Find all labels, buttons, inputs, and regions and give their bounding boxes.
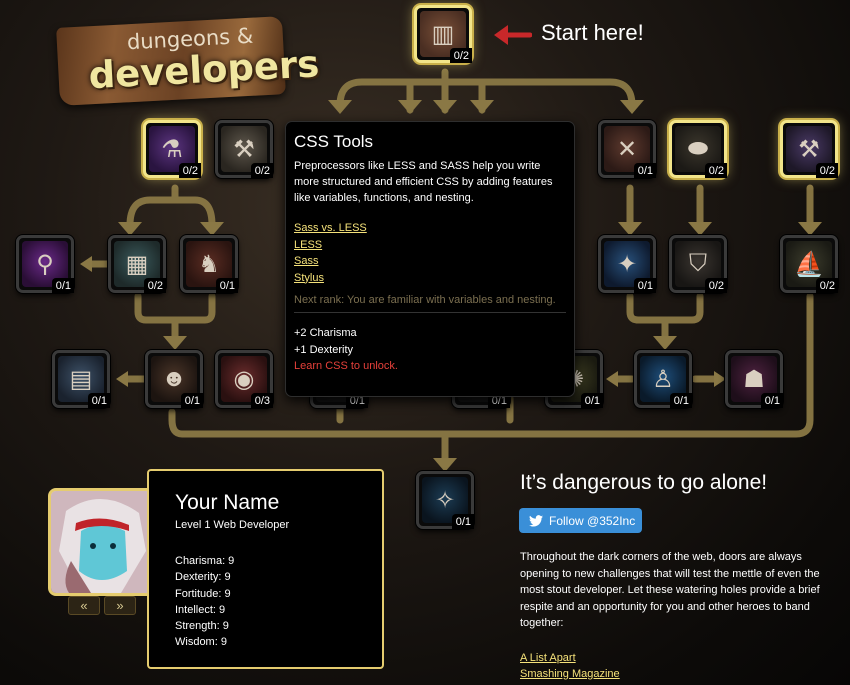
character-card: Your Name Level 1 Web Developer Charisma… (147, 469, 384, 669)
link-a-list-apart[interactable]: A List Apart (520, 650, 576, 666)
twitter-follow-label: Follow @352Inc (549, 513, 636, 528)
skill-rank: 0/1 (669, 393, 692, 408)
tooltip-unlock-requirement: Learn CSS to unlock. (294, 360, 398, 372)
stat-dexterity: Dexterity: 9 (175, 571, 231, 584)
section-title: It’s dangerous to go alone! (520, 471, 768, 494)
intro-paragraph: Throughout the dark corners of the web, … (520, 551, 820, 629)
skill-rank: 0/1 (215, 278, 238, 293)
twitter-bird-icon (529, 514, 543, 527)
skill-node-l2-c[interactable]: ♞ 0/1 (180, 235, 238, 293)
tooltip-bonus-dexterity: +1 Dexterity (294, 343, 353, 356)
stat-wisdom: Wisdom: 9 (175, 636, 227, 649)
link-smashing-magazine[interactable]: Smashing Magazine (520, 666, 620, 682)
skill-node-l2-a[interactable]: ⚲ 0/1 (16, 235, 74, 293)
skill-node-root[interactable]: ▥ 0/2 (414, 5, 472, 63)
tooltip-link-sass-vs-less[interactable]: Sass vs. LESS (294, 220, 367, 237)
skill-node-l3-b[interactable]: ☻ 0/1 (145, 350, 203, 408)
skill-node-l1-b[interactable]: ⚒ 0/2 (215, 120, 273, 178)
skill-rank: 0/1 (633, 278, 656, 293)
skill-node-l2-d[interactable]: ✦ 0/1 (598, 235, 656, 293)
skill-rank: 0/2 (143, 278, 166, 293)
skill-rank: 0/1 (87, 393, 110, 408)
next-character-button[interactable]: » (104, 596, 136, 615)
skill-rank: 0/1 (180, 393, 203, 408)
arrow-left-icon (494, 25, 532, 45)
skill-node-l2-b[interactable]: ▦ 0/2 (108, 235, 166, 293)
stat-fortitude: Fortitude: 9 (175, 587, 231, 600)
stat-strength: Strength: 9 (175, 620, 229, 633)
tooltip-links: Sass vs. LESS LESS Sass Stylus (294, 220, 566, 286)
previous-character-button[interactable]: « (68, 596, 100, 615)
twitter-follow-button[interactable]: Follow @352Inc (519, 508, 642, 533)
stat-charisma: Charisma: 9 (175, 555, 235, 567)
skill-rank: 0/2 (449, 48, 472, 63)
skill-node-l2-e[interactable]: ⛉ 0/2 (669, 235, 727, 293)
skill-rank: 0/1 (51, 278, 74, 293)
character-level: Level 1 Web Developer (175, 519, 290, 531)
skill-rank: 0/2 (704, 163, 727, 178)
tooltip-link-sass[interactable]: Sass (294, 253, 318, 270)
tooltip-description: Preprocessors like LESS and SASS help yo… (294, 160, 553, 204)
skill-rank: 0/1 (633, 163, 656, 178)
tooltip-bonus-charisma: +2 Charisma (294, 327, 357, 339)
tooltip-link-less[interactable]: LESS (294, 237, 322, 254)
skill-node-l1-a[interactable]: ⚗ 0/2 (143, 120, 201, 178)
stat-intellect: Intellect: 9 (175, 603, 226, 616)
skill-rank: 0/2 (250, 163, 273, 178)
skill-node-l2-f[interactable]: ⛵ 0/2 (780, 235, 838, 293)
skill-rank: 0/1 (451, 514, 474, 529)
character-name[interactable]: Your Name (175, 491, 356, 515)
skill-tooltip: CSS Tools Preprocessors like LESS and SA… (285, 121, 575, 397)
skill-rank: 0/2 (815, 278, 838, 293)
character-stats: Charisma: 9 Dexterity: 9 Fortitude: 9 In… (175, 553, 356, 651)
skill-rank: 0/1 (760, 393, 783, 408)
skill-node-l3-a[interactable]: ▤ 0/1 (52, 350, 110, 408)
start-here-label: Start here! (541, 20, 644, 45)
skill-node-final[interactable]: ✧ 0/1 (416, 471, 474, 529)
skill-rank: 0/2 (178, 163, 201, 178)
skill-node-l3-c[interactable]: ◉ 0/3 (215, 350, 273, 408)
skill-rank: 0/1 (580, 393, 603, 408)
tooltip-link-stylus[interactable]: Stylus (294, 270, 324, 287)
skill-node-l1-c[interactable]: ✕ 0/1 (598, 120, 656, 178)
tooltip-divider (294, 312, 566, 313)
skill-rank: 0/2 (815, 163, 838, 178)
tooltip-title: CSS Tools (294, 132, 374, 151)
skill-node-l1-e[interactable]: ⚒ 0/2 (780, 120, 838, 178)
dungeons-developers-logo[interactable]: dungeons & developers (56, 16, 320, 106)
character-avatar (51, 491, 153, 593)
tooltip-bonuses: +2 Charisma +1 Dexterity Learn CSS to un… (294, 325, 566, 375)
character-portrait (48, 488, 156, 596)
tooltip-next-rank: Next rank: You are familiar with variabl… (294, 294, 556, 306)
resource-links: A List Apart Smashing Magazine (520, 650, 620, 682)
skill-node-l3-g[interactable]: ♙ 0/1 (634, 350, 692, 408)
skill-node-l3-h[interactable]: ☗ 0/1 (725, 350, 783, 408)
skill-rank: 0/2 (704, 278, 727, 293)
skill-node-l1-d[interactable]: ⬬ 0/2 (669, 120, 727, 178)
skill-rank: 0/3 (250, 393, 273, 408)
